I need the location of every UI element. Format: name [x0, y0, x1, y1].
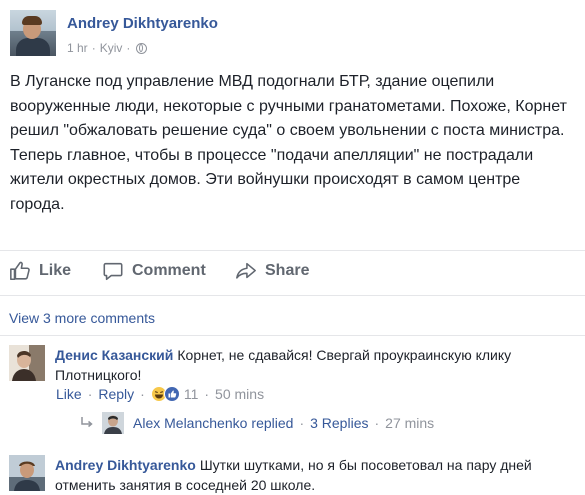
- post-text: В Луганске под управление МВД подогнали …: [10, 70, 575, 217]
- post-header: Andrey Dikhtyarenko 1 hr · Kyiv ·: [10, 10, 575, 60]
- author-avatar[interactable]: [10, 10, 56, 56]
- comment-bubble-icon: [103, 262, 123, 281]
- globe-icon[interactable]: [136, 42, 148, 54]
- share-arrow-icon: [236, 262, 256, 279]
- replies-row[interactable]: Alex Melanchenko replied · 3 Replies · 2…: [80, 411, 434, 435]
- reactions-icons[interactable]: [150, 386, 180, 402]
- post-location[interactable]: Kyiv: [100, 41, 123, 55]
- reply-arrow-icon: [81, 417, 93, 428]
- comment-like-link[interactable]: Like: [56, 386, 82, 402]
- comment-reply-link[interactable]: Reply: [98, 386, 134, 402]
- replier-name[interactable]: Alex Melanchenko: [133, 415, 247, 431]
- like-thumb-icon: [10, 261, 30, 281]
- actions-divider-bottom: [0, 295, 585, 296]
- meta-separator: ·: [91, 41, 96, 55]
- comment-body: Andrey Dikhtyarenko Шутки шутками, но я б…: [55, 455, 575, 495]
- actions-divider-top: [0, 250, 585, 251]
- post-author-name[interactable]: Andrey Dikhtyarenko: [67, 15, 218, 32]
- post-paragraph: В Луганске под управление МВД подогнали …: [10, 73, 567, 139]
- comment-label: Comment: [132, 262, 206, 279]
- meta-separator-2: ·: [126, 41, 131, 55]
- replies-time[interactable]: 27 mins: [385, 415, 434, 431]
- post-meta: 1 hr · Kyiv ·: [67, 41, 148, 55]
- like-reaction-icon: [163, 386, 180, 402]
- comment-author[interactable]: Andrey Dikhtyarenko: [55, 457, 196, 473]
- commenter-avatar[interactable]: [9, 345, 45, 381]
- post-actions-bar: Like Comment Share: [0, 252, 585, 290]
- reaction-count[interactable]: 11: [184, 386, 199, 402]
- comments-divider: [0, 335, 585, 336]
- view-more-comments-link[interactable]: View 3 more comments: [9, 310, 155, 326]
- like-button[interactable]: Like: [9, 252, 71, 290]
- replies-count-link[interactable]: 3 Replies: [310, 415, 368, 431]
- post-time[interactable]: 1 hr: [67, 41, 88, 55]
- comment-author[interactable]: Денис Казанский: [55, 347, 173, 363]
- comment-time[interactable]: 50 mins: [215, 386, 264, 402]
- comment-button[interactable]: Comment: [102, 252, 206, 290]
- comment-body: Денис Казанский Корнет, не сдавайся! Свер…: [55, 345, 575, 385]
- post-paragraph: Теперь главное, чтобы в процессе "подачи…: [10, 146, 534, 213]
- share-button[interactable]: Share: [235, 252, 309, 290]
- like-label: Like: [39, 262, 72, 279]
- replier-avatar[interactable]: [102, 412, 124, 434]
- share-label: Share: [265, 262, 310, 279]
- replied-label[interactable]: replied: [251, 415, 293, 431]
- comment-meta: Like · Reply · 11 · 50 mins: [56, 386, 265, 402]
- commenter-avatar[interactable]: [9, 455, 45, 491]
